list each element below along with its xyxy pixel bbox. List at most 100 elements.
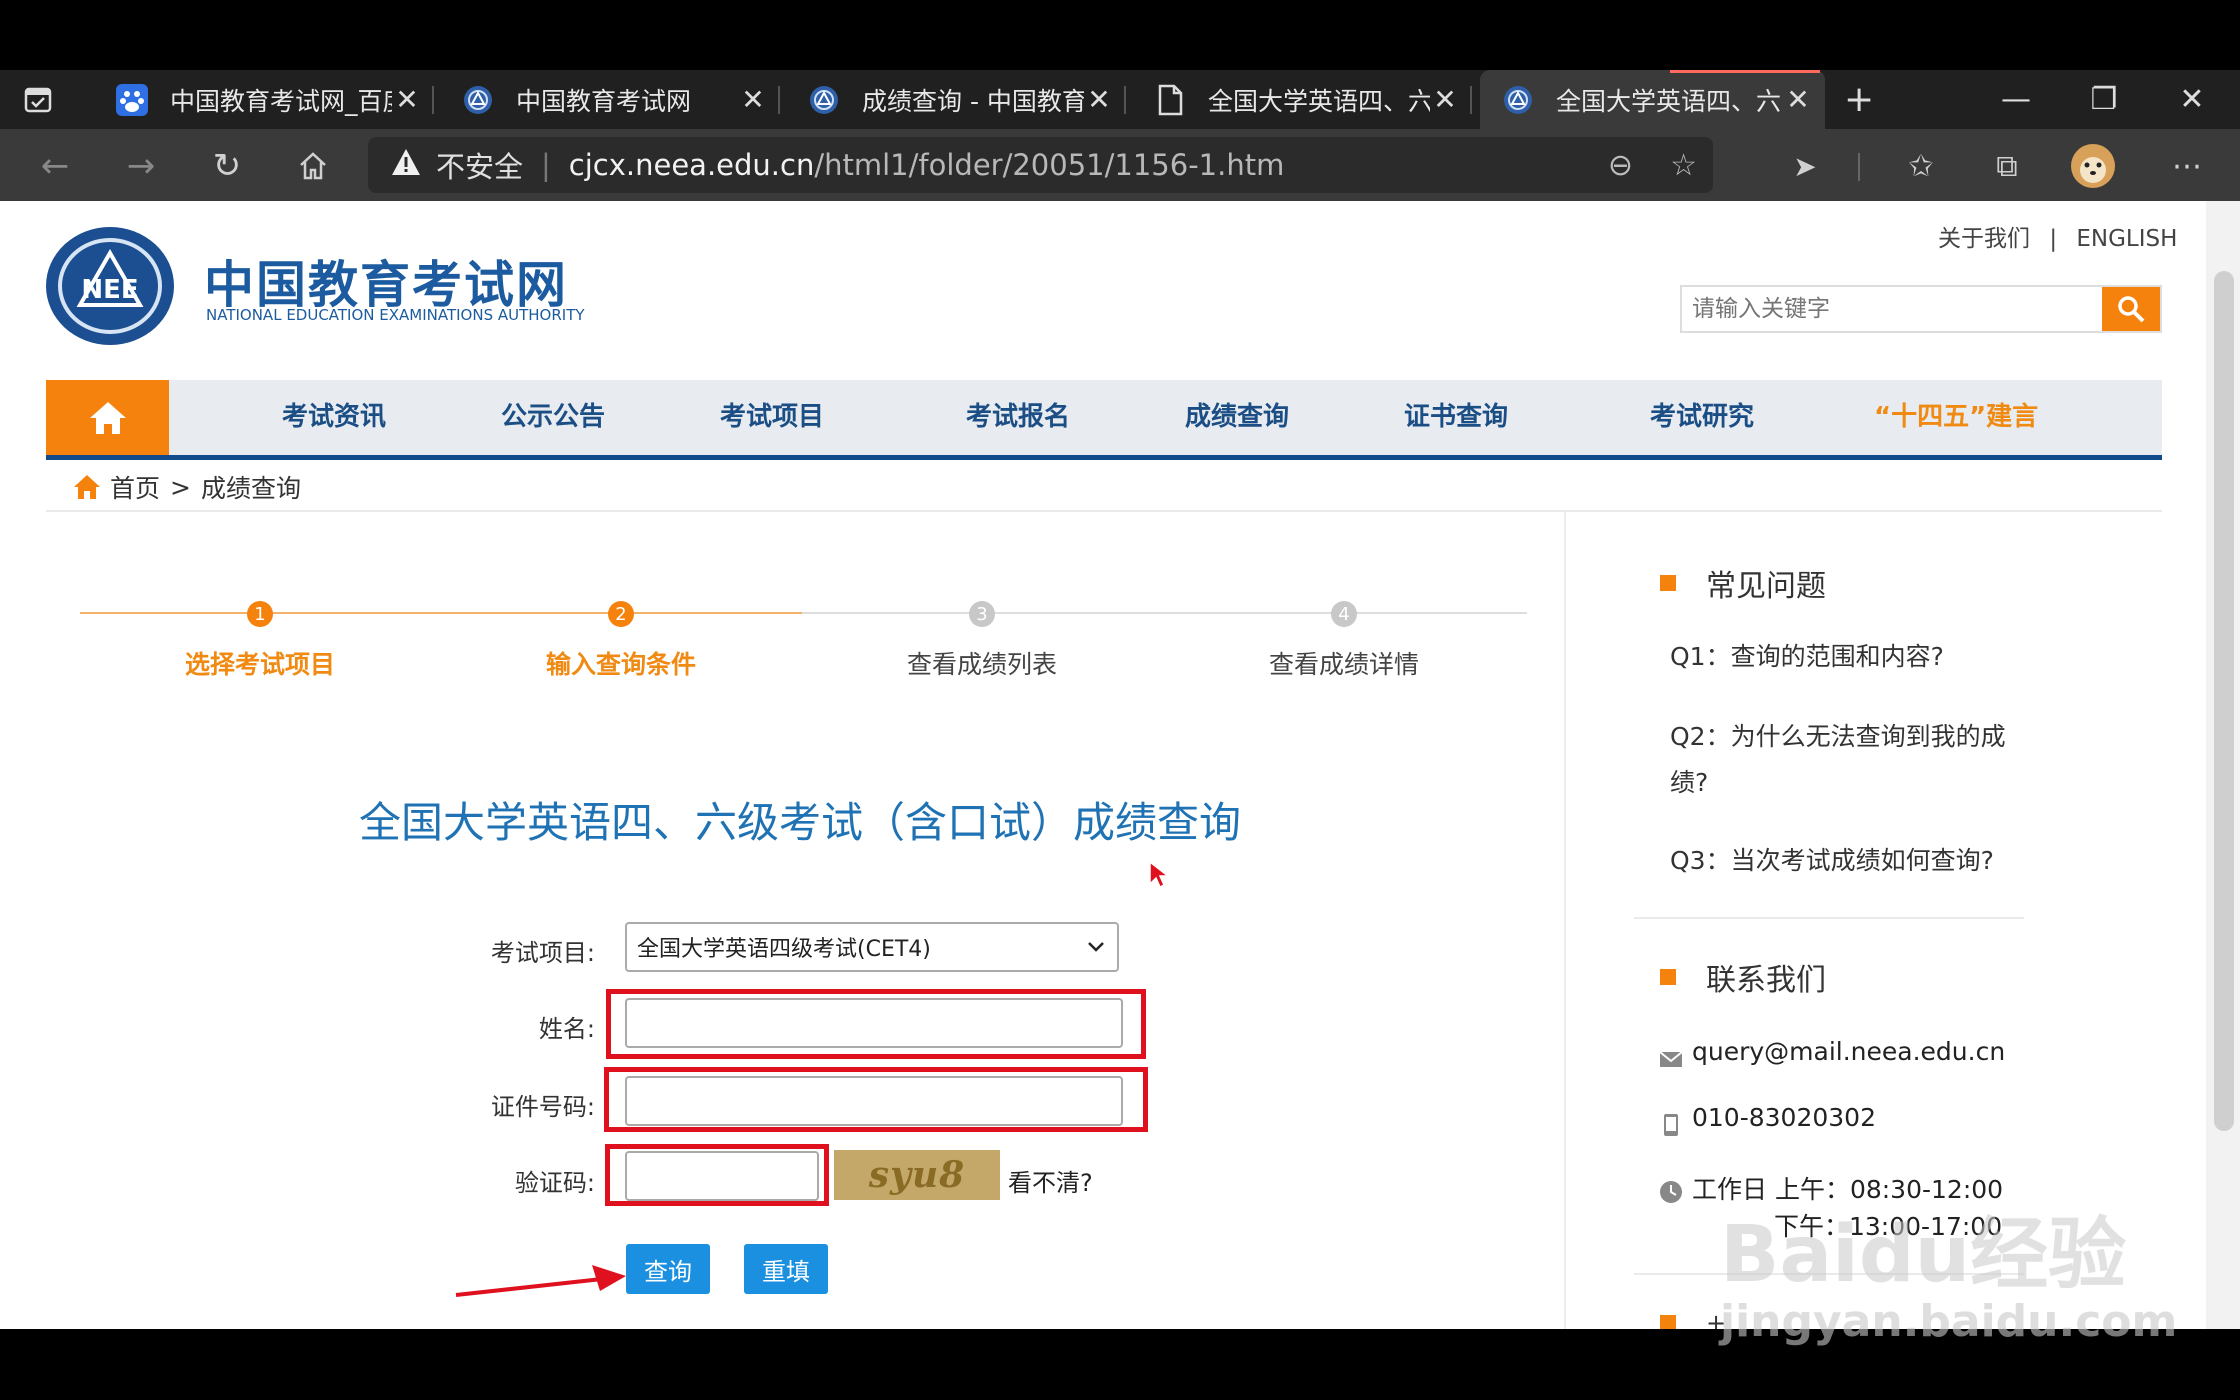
add-favorite-icon[interactable]: ☆ [1670,148,1697,183]
main-nav: 考试资讯 公示公告 考试项目 考试报名 成绩查询 证书查询 考试研究 “十四五”… [46,380,2162,460]
breadcrumb: 首页 > 成绩查询 [72,469,301,505]
id-number-label: 证件号码: [490,1093,595,1121]
close-icon[interactable]: ✕ [392,83,422,116]
browser-tab-bar: 中国教育考试网_百度 ✕ 中国教育考试网 ✕ 成绩查询 - 中国教育 ✕ 全国大… [0,70,2240,129]
faq-item-1[interactable]: Q1：查询的范围和内容? [1670,634,2020,680]
close-icon[interactable]: ✕ [738,83,768,116]
nav-registration[interactable]: 考试报名 [966,380,1070,455]
top-links: 关于我们 | ENGLISH [1938,219,2177,253]
close-icon[interactable]: ✕ [1084,83,1114,116]
restore-button[interactable]: ❐ [2064,70,2144,129]
refresh-icon: ↻ [212,146,242,186]
nav-home-button[interactable] [46,380,169,455]
name-label: 姓名: [538,1015,595,1043]
tab-title: 中国教育考试网_百度 [170,86,392,116]
home-icon [74,475,100,499]
tab-cet-active[interactable]: 全国大学英语四、六 ✕ [1480,70,1825,129]
sidebar-divider [1564,512,1566,1329]
nav-exam-news[interactable]: 考试资讯 [282,380,386,455]
refresh-button[interactable]: ↻ [202,141,252,191]
submit-query-button[interactable]: 查询 [626,1244,710,1294]
address-divider: | [541,148,551,182]
breadcrumb-divider [46,510,2162,512]
annotation-arrow-icon [455,1265,626,1297]
tab-neea-home[interactable]: 中国教育考试网 ✕ [440,70,780,129]
mouse-cursor-icon [1149,860,1170,889]
home-button[interactable] [288,141,338,191]
english-link[interactable]: ENGLISH [2076,226,2177,252]
step-3-label: 查看成绩列表 [906,650,1057,679]
home-icon [89,401,126,434]
captcha-image[interactable]: syu8 [834,1150,1000,1200]
close-window-button[interactable]: ✕ [2152,70,2232,129]
tab-title: 成绩查询 - 中国教育 [862,86,1084,116]
breadcrumb-home[interactable]: 首页 [110,469,160,505]
tab-baidu[interactable]: 中国教育考试网_百度 ✕ [94,70,434,129]
extension-button[interactable]: ➤ [1780,141,1830,191]
bullet-square-icon [1660,575,1676,591]
toolbar-divider [1858,153,1860,181]
name-input[interactable] [625,998,1123,1048]
phone-icon [1664,1114,1678,1136]
email-icon [1659,1051,1683,1067]
close-icon: ✕ [2179,82,2205,117]
scrollbar-thumb[interactable] [2214,271,2234,1131]
breadcrumb-current: 成绩查询 [200,474,301,503]
contact-email[interactable]: query@mail.neea.edu.cn [1692,1037,2005,1066]
nav-14th-five-year[interactable]: “十四五”建言 [1874,380,2038,455]
profile-button[interactable] [2068,141,2118,191]
nav-announcements[interactable]: 公示公告 [501,380,605,455]
close-icon[interactable]: ✕ [1783,83,1813,116]
exam-select[interactable]: 全国大学英语四级考试(CET4) [625,922,1119,972]
cursor-icon: ➤ [1793,149,1817,183]
reset-button[interactable]: 重填 [744,1244,828,1294]
site-search [1680,285,2162,333]
page-scrollbar[interactable] [2206,201,2240,1329]
id-number-input[interactable] [625,1076,1123,1126]
nav-exam-items[interactable]: 考试项目 [720,380,824,455]
plus-icon: + [1844,79,1875,120]
site-logo-subtitle: NATIONAL EDUCATION EXAMINATIONS AUTHORIT… [206,306,585,324]
tab-actions-button[interactable] [0,70,90,129]
back-arrow-icon: ← [40,146,70,186]
nav-score-query[interactable]: 成绩查询 [1185,380,1289,455]
page-icon [1154,84,1186,116]
screen: 中国教育考试网_百度 ✕ 中国教育考试网 ✕ 成绩查询 - 中国教育 ✕ 全国大… [0,0,2240,1400]
contact-title: 联系我们 [1706,963,1826,998]
forward-button[interactable]: → [116,141,166,191]
search-input[interactable] [1682,287,2102,331]
nav-certificate-query[interactable]: 证书查询 [1404,380,1508,455]
forward-arrow-icon: → [126,146,156,186]
tab-cet-page[interactable]: 全国大学英语四、六 ✕ [1132,70,1472,129]
about-link[interactable]: 关于我们 [1938,226,2030,252]
neea-icon [808,84,840,116]
back-button[interactable]: ← [30,141,80,191]
refresh-captcha-link[interactable]: 看不清? [1008,1163,1093,1198]
step-2-dot: 2 [608,601,634,627]
collections-button[interactable]: ⧉ [1982,141,2032,191]
address-bar[interactable]: 不安全 | cjcx.neea.edu.cn/html1/folder/2005… [368,137,1713,193]
new-tab-button[interactable]: + [1830,70,1890,129]
nav-exam-research[interactable]: 考试研究 [1650,380,1754,455]
faq-item-3[interactable]: Q3：当次考试成绩如何查询? [1670,838,2020,884]
captcha-input[interactable] [625,1151,819,1201]
restore-icon: ❐ [2090,82,2118,117]
faq-title: 常见问题 [1706,569,1826,604]
search-button[interactable] [2102,287,2160,331]
faq-item-2[interactable]: Q2：为什么无法查询到我的成绩? [1670,714,2020,806]
security-label[interactable]: 不安全 [436,144,523,186]
tab-score-query[interactable]: 成绩查询 - 中国教育 ✕ [786,70,1126,129]
menu-button[interactable]: ⋯ [2162,141,2212,191]
close-icon[interactable]: ✕ [1430,83,1460,116]
captcha-label: 验证码: [514,1169,595,1197]
more-heading-partial: + [1660,1309,1726,1329]
clock-icon [1660,1181,1682,1203]
step-progress-remaining [802,612,1527,614]
zoom-icon[interactable]: ⊖ [1608,148,1633,183]
step-3-dot: 3 [969,601,995,627]
minimize-button[interactable]: — [1976,70,2056,129]
neea-logo-emblem: NEE [46,227,174,345]
step-progress-done [80,612,802,614]
top-links-divider: | [2049,226,2058,252]
favorites-button[interactable]: ✩ [1896,141,1946,191]
